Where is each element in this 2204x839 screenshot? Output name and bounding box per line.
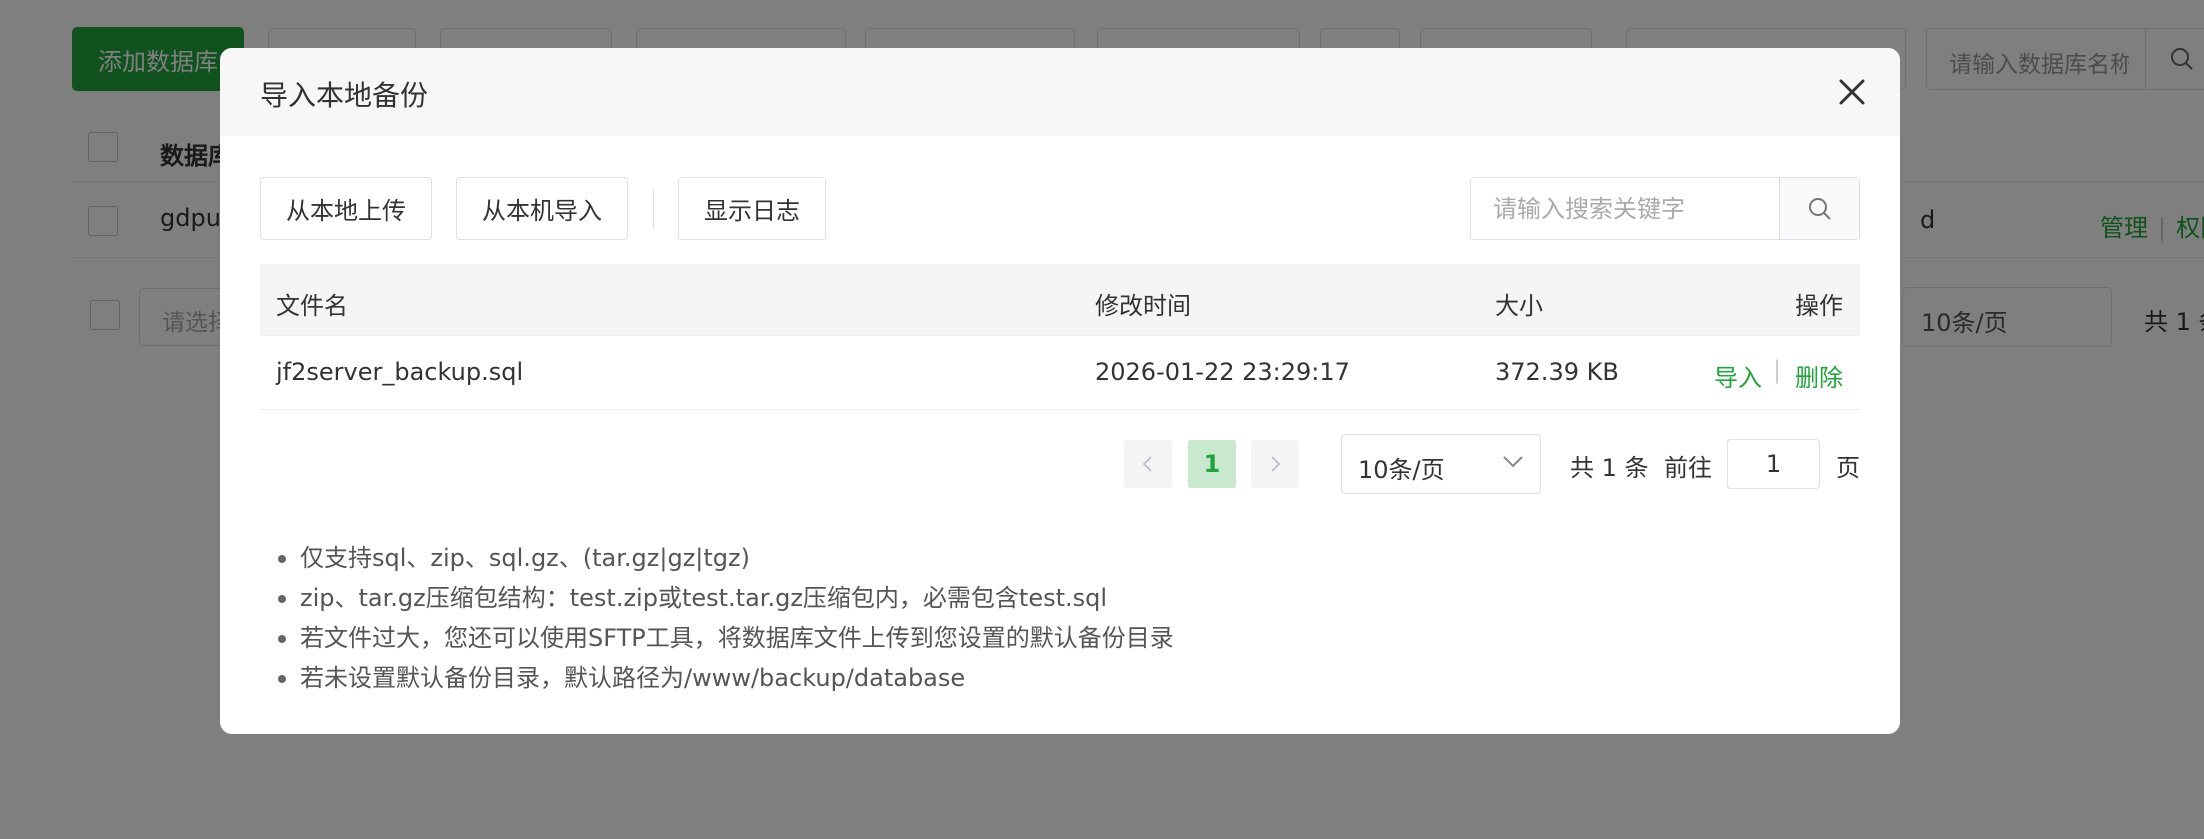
file-mtime: 2026-01-22 23:29:17 [1095, 358, 1350, 386]
header-filename: 文件名 [276, 292, 348, 320]
import-notes: 仅支持sql、zip、sql.gz、(tar.gz|gz|tgz) zip、ta… [276, 538, 1174, 698]
note-item: zip、tar.gz压缩包结构：test.zip或test.tar.gz压缩包内… [276, 578, 1174, 618]
close-icon[interactable] [1832, 72, 1872, 112]
chevron-down-icon [1503, 456, 1523, 468]
upload-local-button[interactable]: 从本地上传 [260, 177, 432, 240]
file-name: jf2server_backup.sql [276, 358, 524, 386]
show-log-button[interactable]: 显示日志 [678, 177, 826, 240]
header-ops: 操作 [1795, 292, 1843, 320]
prev-page-button[interactable] [1124, 440, 1172, 488]
dialog-title: 导入本地备份 [260, 79, 429, 112]
note-item: 若未设置默认备份目录，默认路径为/www/backup/database [276, 658, 1174, 698]
pagination-total: 共 1 条 [1570, 454, 1649, 482]
table-header: 文件名 修改时间 大小 操作 [260, 264, 1860, 336]
import-local-button[interactable]: 从本机导入 [456, 177, 628, 240]
import-link[interactable]: 导入 [1714, 358, 1762, 393]
page-number-button[interactable]: 1 [1188, 440, 1236, 488]
goto-page-input[interactable] [1727, 439, 1820, 489]
page-size-value: 10条/页 [1358, 456, 1445, 484]
file-search [1470, 177, 1860, 240]
header-mtime: 修改时间 [1095, 292, 1191, 320]
goto-label: 前往 [1664, 454, 1712, 482]
search-input[interactable] [1471, 178, 1779, 239]
search-icon[interactable] [1779, 178, 1859, 239]
file-size: 372.39 KB [1495, 358, 1619, 386]
note-item: 仅支持sql、zip、sql.gz、(tar.gz|gz|tgz) [276, 538, 1174, 578]
import-backup-dialog: 导入本地备份 从本地上传 从本机导入 显示日志 文件名 修改时间 大小 操作 j… [220, 48, 1900, 734]
chevron-right-icon [1271, 456, 1281, 472]
page-size-select[interactable]: 10条/页 [1341, 434, 1541, 494]
chevron-left-icon [1142, 456, 1152, 472]
backup-file-table: 文件名 修改时间 大小 操作 jf2server_backup.sql 2026… [260, 264, 1860, 410]
dialog-header: 导入本地备份 [220, 48, 1900, 136]
next-page-button[interactable] [1251, 440, 1299, 488]
delete-link[interactable]: 删除 [1795, 358, 1843, 393]
header-size: 大小 [1495, 292, 1543, 320]
note-item: 若文件过大，您还可以使用SFTP工具，将数据库文件上传到您设置的默认备份目录 [276, 618, 1174, 658]
table-row: jf2server_backup.sql 2026-01-22 23:29:17… [260, 336, 1860, 410]
toolbar-divider [653, 189, 654, 229]
page-unit-label: 页 [1836, 454, 1860, 482]
action-separator: | [1773, 356, 1782, 384]
